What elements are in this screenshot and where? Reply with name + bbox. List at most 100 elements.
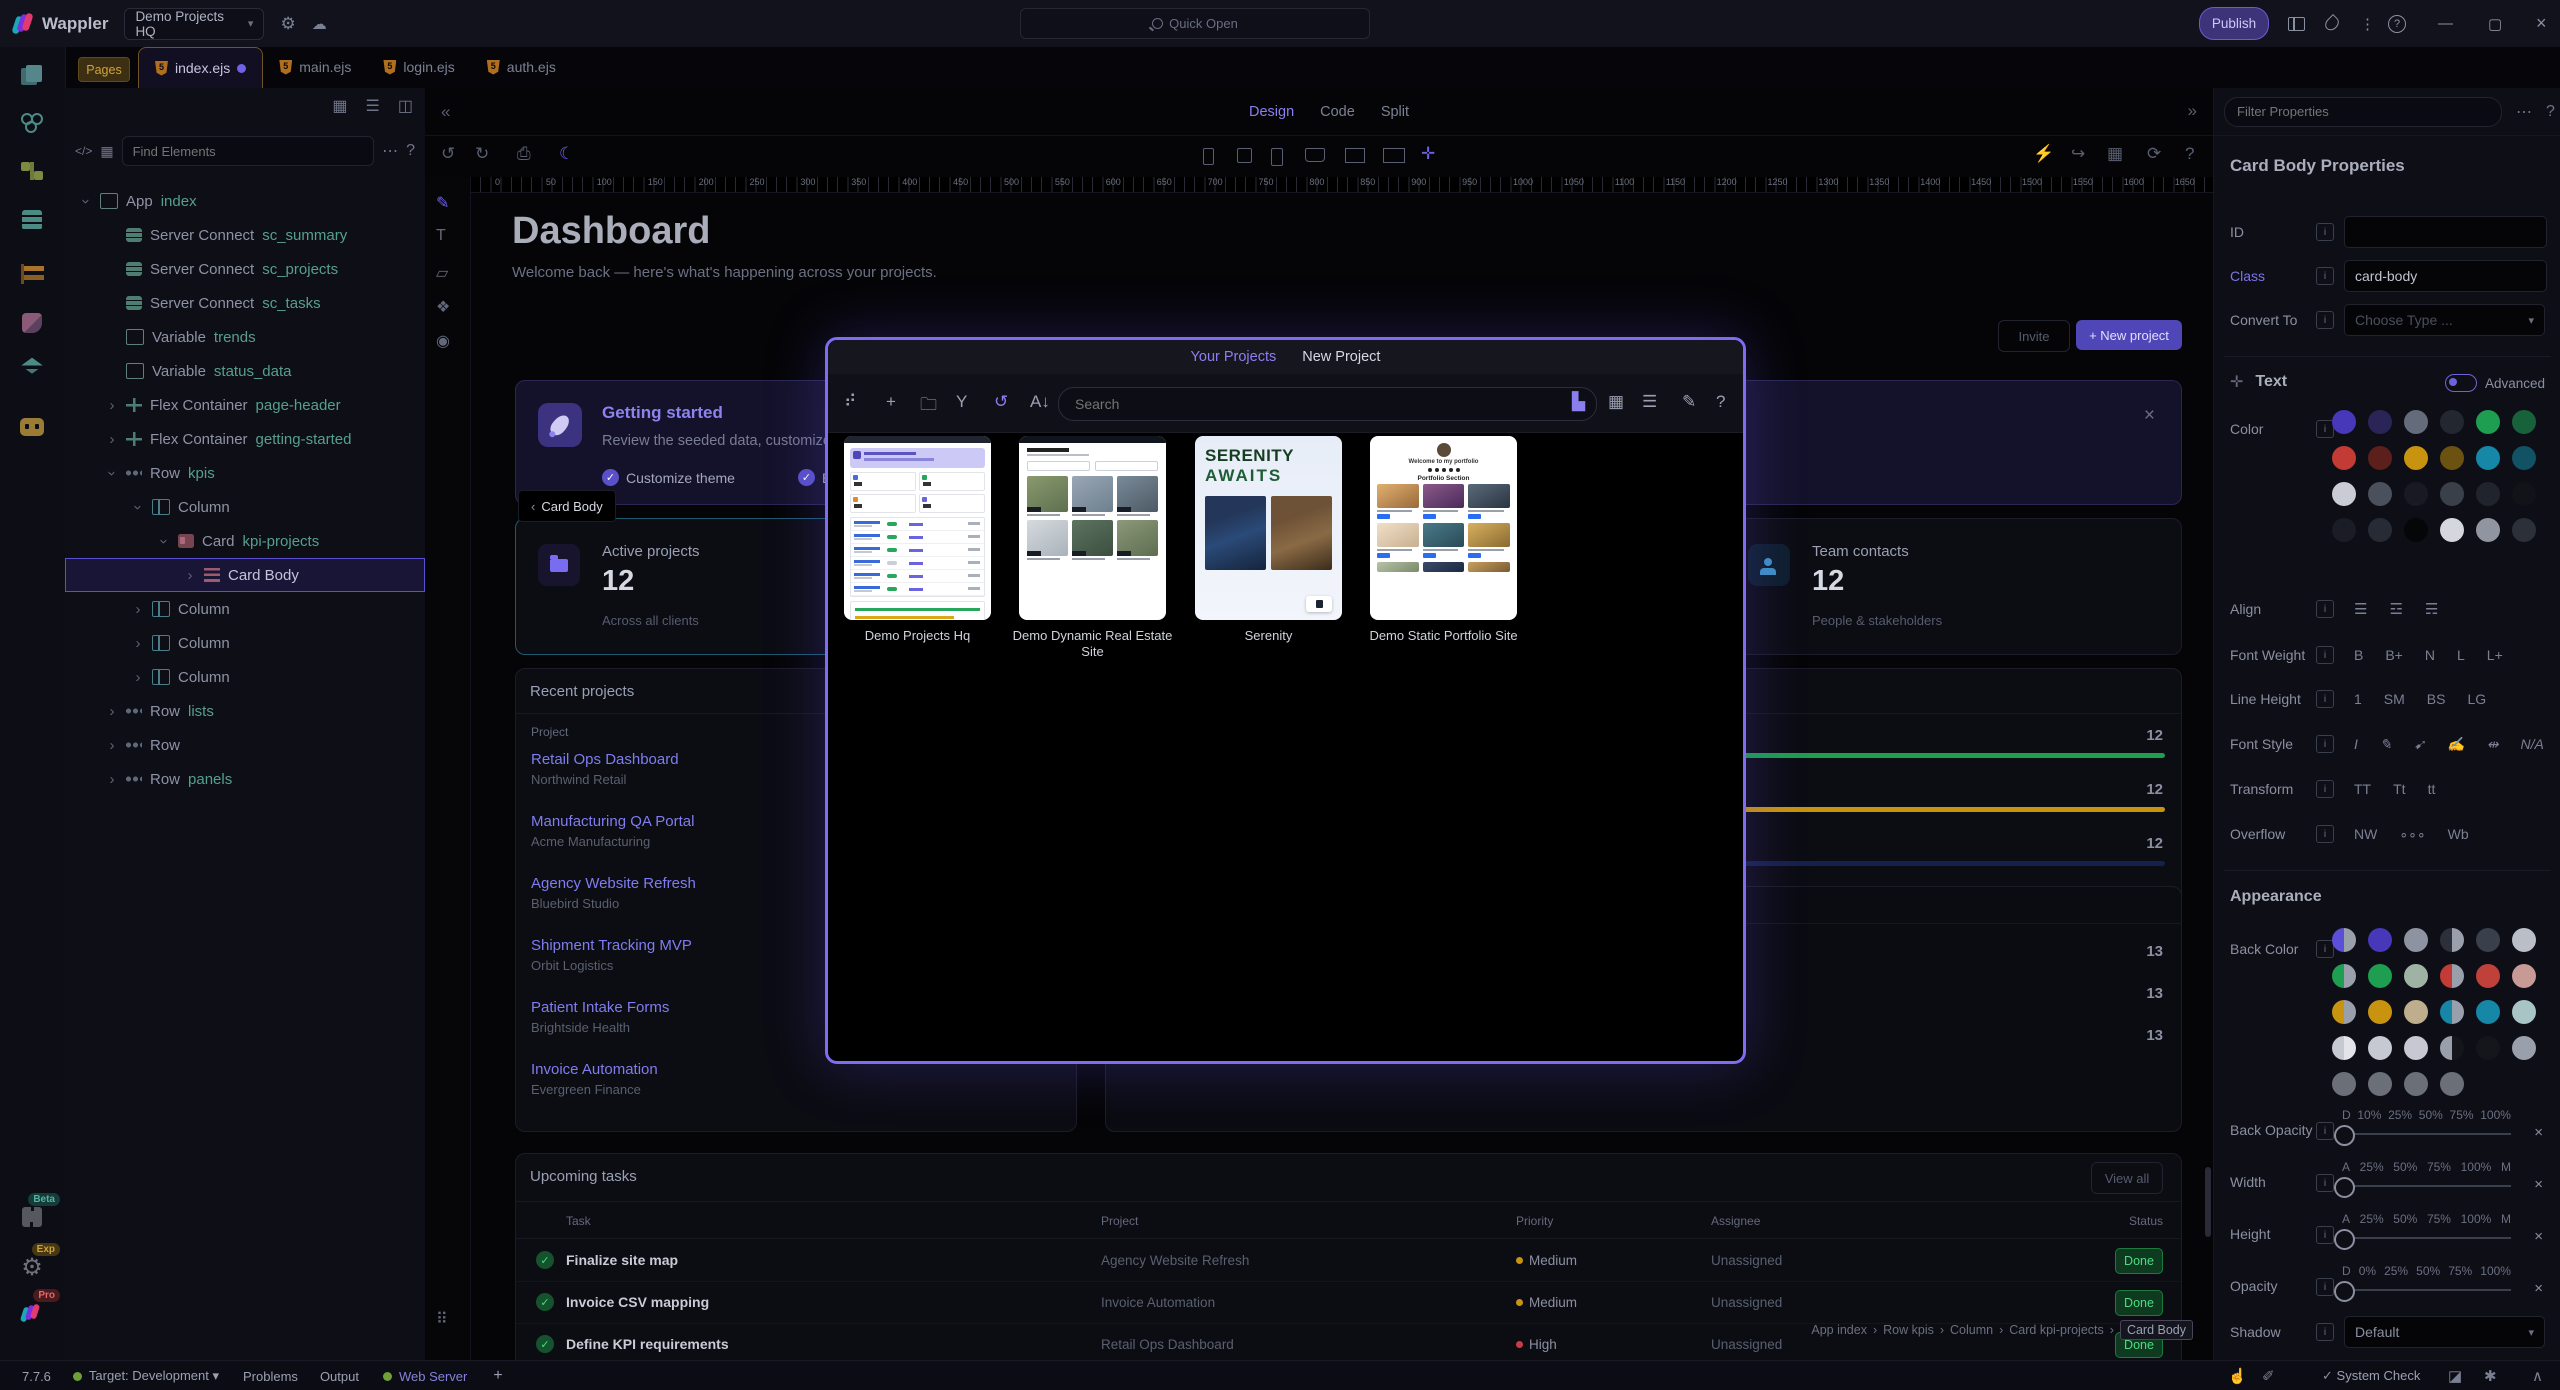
project-search-input[interactable] bbox=[1058, 387, 1597, 421]
align-center-icon[interactable]: ☲ bbox=[2389, 600, 2402, 618]
collapse-bar-icon[interactable]: ∧ bbox=[2532, 1367, 2543, 1385]
slider-tick[interactable]: 75% bbox=[2427, 1212, 2451, 1226]
color-swatch[interactable] bbox=[2440, 964, 2464, 988]
slider-tick[interactable]: A bbox=[2342, 1160, 2350, 1174]
info-icon[interactable]: i bbox=[2316, 1278, 2334, 1296]
color-swatch[interactable] bbox=[2368, 446, 2392, 470]
group-view-icon[interactable]: ⠞ bbox=[844, 392, 856, 412]
undo-icon[interactable]: ↺ bbox=[441, 144, 455, 164]
color-swatch[interactable] bbox=[2512, 1036, 2536, 1060]
list-view-icon[interactable]: ☰ bbox=[1642, 392, 1657, 412]
publish-button[interactable]: Publish bbox=[2199, 7, 2269, 40]
color-swatch[interactable] bbox=[2440, 1036, 2464, 1060]
font-weight-option[interactable]: L bbox=[2457, 647, 2465, 663]
width-slider[interactable] bbox=[2334, 1177, 2355, 1198]
add-project-icon[interactable]: + bbox=[886, 392, 896, 412]
drag-section-icon[interactable]: ✛ bbox=[2230, 372, 2243, 392]
align-left-icon[interactable]: ☰ bbox=[2354, 600, 2367, 618]
tree-item[interactable]: › Server Connect sc_summary bbox=[65, 218, 425, 252]
tree-chevron-icon[interactable]: › bbox=[132, 635, 144, 652]
rail-assistant-icon[interactable] bbox=[14, 409, 50, 445]
tree-item[interactable]: › Server Connect sc_projects bbox=[65, 252, 425, 286]
find-elements-input[interactable] bbox=[122, 136, 375, 166]
info-icon[interactable]: i bbox=[2316, 646, 2334, 664]
device-desktop-icon[interactable] bbox=[1345, 148, 1365, 163]
align-right-icon[interactable]: ☴ bbox=[2425, 600, 2438, 618]
back-opacity-slider[interactable] bbox=[2334, 1125, 2355, 1146]
history-icon[interactable]: ↺ bbox=[994, 392, 1008, 412]
info-icon[interactable]: i bbox=[2316, 825, 2334, 843]
color-swatch[interactable] bbox=[2332, 1000, 2356, 1024]
color-swatch[interactable] bbox=[2476, 446, 2500, 470]
collapse-left-icon[interactable]: « bbox=[441, 102, 450, 122]
rename-icon[interactable]: ✎ bbox=[1682, 392, 1696, 412]
tree-item[interactable]: › Card Body bbox=[65, 558, 425, 592]
color-swatch[interactable] bbox=[2512, 1000, 2536, 1024]
tree-chevron-icon[interactable]: › bbox=[78, 195, 95, 207]
grid-large-view-icon[interactable]: ▙ bbox=[1572, 392, 1585, 412]
tree-chevron-icon[interactable]: › bbox=[156, 535, 173, 547]
actions-bolt-icon[interactable]: ⚡ bbox=[2033, 144, 2054, 164]
rail-routes-icon[interactable] bbox=[14, 256, 50, 292]
project-card[interactable]: Welcome to my portfolio Portfolio Sectio… bbox=[1370, 436, 1517, 620]
font-style-option[interactable]: I bbox=[2354, 736, 2358, 753]
tree-chevron-icon[interactable]: › bbox=[130, 501, 147, 513]
color-swatch[interactable] bbox=[2512, 446, 2536, 470]
invite-button[interactable]: Invite bbox=[1998, 320, 2070, 352]
cleanup-icon[interactable]: ✐ bbox=[2262, 1367, 2275, 1385]
tree-item[interactable]: › Column bbox=[65, 490, 425, 524]
color-swatch[interactable] bbox=[2476, 518, 2500, 542]
slider-tick[interactable]: 10% bbox=[2357, 1108, 2381, 1122]
color-swatch[interactable] bbox=[2440, 928, 2464, 952]
git-fork-icon[interactable]: Y bbox=[956, 392, 967, 412]
mode-code[interactable]: Code bbox=[1320, 104, 1355, 120]
tree-chevron-icon[interactable]: › bbox=[106, 431, 118, 448]
rail-extensions-icon[interactable]: Beta bbox=[14, 1199, 50, 1235]
slider-tick[interactable]: 100% bbox=[2480, 1264, 2511, 1278]
editor-tab[interactable]: login.ejs bbox=[367, 47, 470, 87]
font-weight-option[interactable]: B+ bbox=[2385, 647, 2403, 663]
fit-view-icon[interactable]: ✛ bbox=[1421, 144, 1435, 164]
color-swatch[interactable] bbox=[2368, 518, 2392, 542]
clear-icon[interactable]: × bbox=[2534, 1280, 2543, 1297]
transform-option[interactable]: TT bbox=[2354, 781, 2371, 797]
color-swatch[interactable] bbox=[2404, 446, 2428, 470]
sort-az-icon[interactable]: A↓ bbox=[1030, 392, 1050, 412]
color-swatch[interactable] bbox=[2332, 928, 2356, 952]
pages-button[interactable]: Pages bbox=[78, 57, 130, 82]
color-swatch[interactable] bbox=[2440, 446, 2464, 470]
screenshot-icon[interactable]: ⎙ bbox=[517, 144, 531, 164]
slider-tick[interactable]: 50% bbox=[2393, 1212, 2417, 1226]
table-view-icon[interactable]: ▦ bbox=[100, 143, 113, 160]
tree-item[interactable]: › Flex Container getting-started bbox=[65, 422, 425, 456]
id-input[interactable] bbox=[2344, 216, 2547, 248]
slider-tick[interactable]: A bbox=[2342, 1212, 2350, 1226]
style-tool-icon[interactable]: ❖ bbox=[436, 297, 450, 317]
thumbs-up-icon[interactable]: ☝ bbox=[2228, 1367, 2247, 1385]
editor-tab[interactable]: main.ejs bbox=[263, 47, 367, 87]
overflow-option[interactable]: ∘∘∘ bbox=[2399, 826, 2425, 843]
system-check-button[interactable]: ✓ System Check bbox=[2322, 1368, 2420, 1384]
color-swatch[interactable] bbox=[2512, 482, 2536, 506]
color-swatch[interactable] bbox=[2476, 928, 2500, 952]
font-style-option[interactable]: ➹ bbox=[2414, 736, 2426, 753]
device-laptop-icon[interactable] bbox=[1305, 148, 1325, 162]
tree-grid-icon[interactable]: ▦ bbox=[332, 96, 347, 116]
color-swatch[interactable] bbox=[2440, 410, 2464, 434]
class-input[interactable] bbox=[2344, 260, 2547, 292]
tree-item[interactable]: › Row bbox=[65, 728, 425, 762]
color-swatch[interactable] bbox=[2440, 1000, 2464, 1024]
color-swatch[interactable] bbox=[2404, 964, 2428, 988]
color-swatch[interactable] bbox=[2404, 1036, 2428, 1060]
slider-tick[interactable]: 25% bbox=[2388, 1108, 2412, 1122]
tree-chevron-icon[interactable]: › bbox=[132, 669, 144, 686]
tab-your-projects[interactable]: Your Projects bbox=[1191, 349, 1277, 365]
tree-chevron-icon[interactable]: › bbox=[106, 771, 118, 788]
mode-design[interactable]: Design bbox=[1249, 104, 1294, 120]
refresh-icon[interactable]: ⟳ bbox=[2147, 144, 2161, 164]
tree-chevron-icon[interactable]: › bbox=[132, 601, 144, 618]
color-swatch[interactable] bbox=[2440, 518, 2464, 542]
tree-item[interactable]: › Variable trends bbox=[65, 320, 425, 354]
dismiss-getting-started-icon[interactable]: × bbox=[2144, 405, 2155, 427]
color-swatch[interactable] bbox=[2368, 1000, 2392, 1024]
